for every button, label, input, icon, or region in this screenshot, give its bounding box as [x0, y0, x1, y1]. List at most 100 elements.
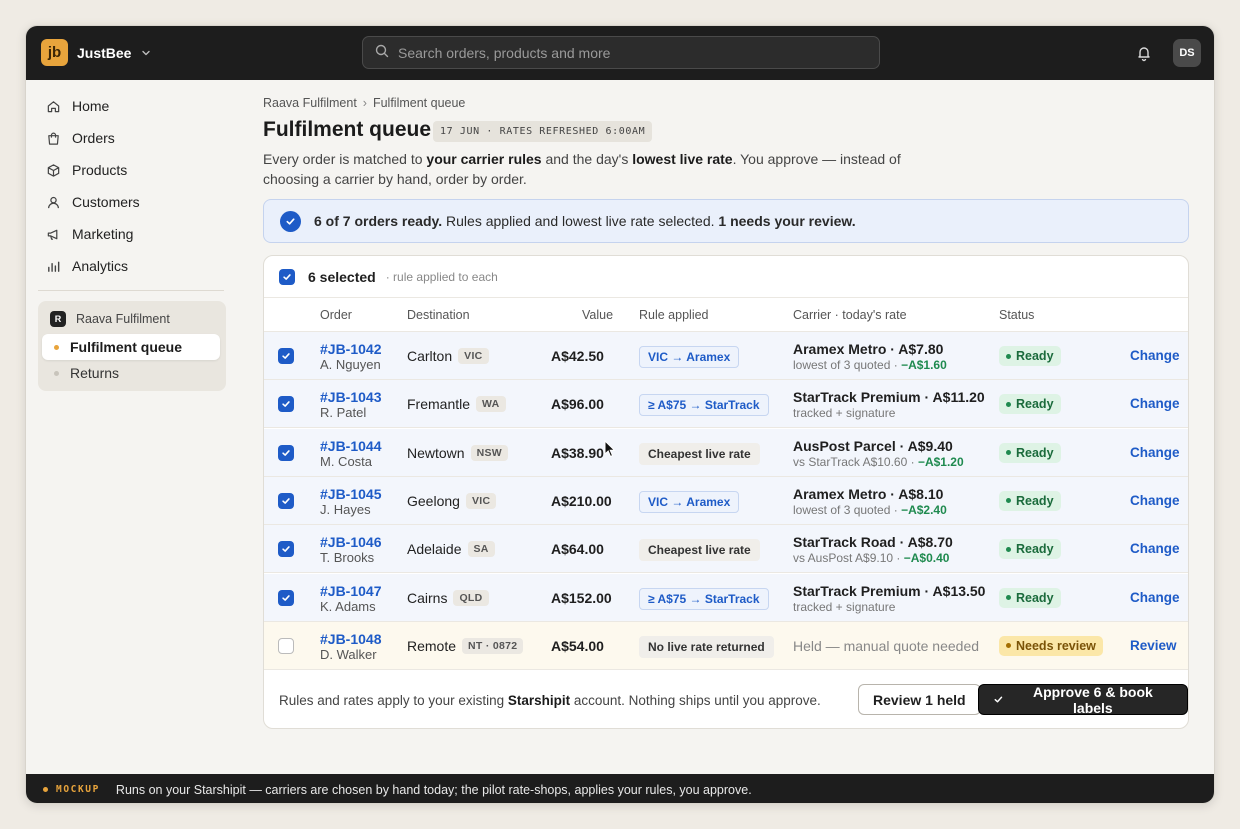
- selected-count: 6 selected: [308, 268, 376, 285]
- destination-cell: Carlton VIC: [407, 348, 489, 364]
- breadcrumb: Raava Fulfilment › Fulfilment queue: [263, 96, 465, 110]
- destination-city: Adelaide: [407, 541, 462, 558]
- brand-name: JustBee: [77, 44, 132, 61]
- destination-city: Remote: [407, 637, 457, 654]
- rule-chip: VIC → Aramex: [639, 346, 740, 368]
- row-checkbox[interactable]: [278, 492, 294, 509]
- sidebar-item-label: Fulfilment queue: [70, 339, 182, 355]
- order-id-link[interactable]: #JB-1044: [320, 438, 382, 454]
- table-header: Order Destination Value Rule applied Car…: [264, 298, 1188, 332]
- destination-city: Newtown: [407, 444, 465, 461]
- carrier-rate: StarTrack Premium · A$11.20 tracked + sig…: [793, 389, 985, 421]
- row-checkbox[interactable]: [278, 444, 294, 461]
- sidebar-item-customers[interactable]: Customers: [46, 190, 140, 214]
- change-link[interactable]: Change: [1130, 493, 1180, 508]
- sidebar-item-products[interactable]: Products: [46, 158, 127, 182]
- breadcrumb-link[interactable]: Raava Fulfilment: [263, 96, 357, 110]
- table-row[interactable]: #JB-1046 T. Brooks Adelaide SA A$64.00 Cheape…: [264, 525, 1188, 574]
- table-row[interactable]: #JB-1044 M. Costa Newtown NSW A$38.90 Cheapes…: [264, 428, 1188, 477]
- row-checkbox[interactable]: [278, 396, 294, 413]
- sidebar-item-label: Returns: [70, 365, 120, 381]
- selected-note: · rule applied to each: [385, 269, 498, 284]
- state-badge: WA: [476, 396, 506, 413]
- bell-icon[interactable]: [1135, 44, 1153, 62]
- user-avatar[interactable]: DS: [1173, 39, 1201, 67]
- search-input[interactable]: [398, 44, 858, 61]
- sidebar-item-home[interactable]: Home: [46, 94, 109, 118]
- state-badge: NT · 0872: [462, 637, 524, 654]
- workspace-name: Raava Fulfilment: [76, 312, 170, 326]
- carrier-subtext: vs AusPost A$9.10 · −A$0.40: [793, 551, 950, 566]
- change-link[interactable]: Change: [1130, 348, 1180, 363]
- sidebar-item-orders[interactable]: Orders: [46, 126, 115, 150]
- status-badge: Ready: [999, 394, 1061, 415]
- workspace-switcher[interactable]: jb JustBee: [41, 39, 152, 66]
- col-status: Status: [999, 308, 1035, 322]
- order-value: A$42.50: [551, 348, 604, 364]
- search-bar[interactable]: [362, 36, 880, 69]
- approve-book-labels-button[interactable]: Approve 6 & book labels: [978, 684, 1188, 716]
- order-id-link[interactable]: #JB-1047: [320, 583, 382, 599]
- sidebar-item-label: Marketing: [72, 226, 134, 242]
- sidebar-item-marketing[interactable]: Marketing: [46, 222, 133, 246]
- col-rule: Rule applied: [639, 308, 709, 322]
- destination-cell: Adelaide SA: [407, 541, 495, 558]
- status-badge: Needs review: [999, 635, 1103, 656]
- carrier-rate: AusPost Parcel · A$9.40 vs StarTrack A$10…: [793, 438, 964, 470]
- order-id-link[interactable]: #JB-1045: [320, 486, 382, 502]
- table-row[interactable]: #JB-1045 J. Hayes Geelong VIC A$210.00 VIC → …: [264, 476, 1188, 525]
- table-row[interactable]: #JB-1048 D. Walker Remote NT · 0872 A$54.00 N…: [264, 621, 1188, 670]
- mouse-cursor-icon: [604, 440, 616, 458]
- mockup-tag: MOCKUP: [56, 784, 100, 795]
- order-value: A$152.00: [551, 589, 612, 606]
- rates-refreshed-chip: 17 JUN · RATES REFRESHED 6:00AM: [433, 121, 653, 142]
- sidebar-item-label: Analytics: [72, 258, 129, 274]
- customer-name: K. Adams: [320, 598, 376, 614]
- mockup-footer-bar: MOCKUP Runs on your Starshipit — carrier…: [26, 774, 1214, 803]
- row-checkbox[interactable]: [278, 348, 294, 364]
- sidebar-item-returns[interactable]: Returns: [42, 360, 220, 386]
- order-id-link[interactable]: #JB-1046: [320, 534, 382, 550]
- customer-name: J. Hayes: [320, 501, 371, 517]
- order-cell: #JB-1045 J. Hayes: [320, 486, 382, 518]
- carrier-name-rate: StarTrack Premium · A$13.50: [793, 582, 986, 599]
- order-cell: #JB-1047 K. Adams: [320, 583, 382, 615]
- brand-logo: jb: [41, 39, 68, 66]
- carrier-name-rate: Aramex Metro · A$8.10: [793, 485, 944, 502]
- change-link[interactable]: Change: [1130, 541, 1180, 556]
- change-link[interactable]: Change: [1130, 396, 1180, 411]
- saving-amount: −A$1.20: [917, 454, 964, 469]
- destination-city: Carlton: [407, 348, 453, 364]
- row-checkbox[interactable]: [278, 637, 294, 654]
- table-row[interactable]: #JB-1047 K. Adams Cairns QLD A$152.00 ≥ A$75 …: [264, 573, 1188, 622]
- sidebar: Home Orders Products Customers Marketing…: [26, 80, 238, 774]
- order-id-link[interactable]: #JB-1048: [320, 631, 382, 647]
- order-id-link[interactable]: #JB-1043: [320, 389, 382, 405]
- destination-city: Fremantle: [407, 396, 471, 413]
- rule-chip: No live rate returned: [639, 635, 774, 658]
- app-window: jb JustBee DS Home Orders Products: [25, 25, 1215, 804]
- review-link[interactable]: Review: [1130, 638, 1177, 653]
- home-icon: [47, 100, 60, 112]
- sidebar-item-fulfilment-queue[interactable]: Fulfilment queue: [42, 334, 220, 360]
- table-row[interactable]: #JB-1043 R. Patel Fremantle WA A$96.00 ≥ A$75…: [264, 380, 1188, 429]
- customer-name: D. Walker: [320, 646, 377, 662]
- review-held-button[interactable]: Review 1 held: [858, 684, 981, 715]
- sidebar-item-analytics[interactable]: Analytics: [46, 254, 128, 278]
- row-checkbox[interactable]: [278, 589, 294, 606]
- destination-city: Cairns: [407, 589, 448, 606]
- destination-cell: Fremantle WA: [407, 396, 506, 413]
- order-id-link[interactable]: #JB-1042: [320, 341, 382, 357]
- order-cell: #JB-1046 T. Brooks: [320, 534, 382, 566]
- carrier-subtext: tracked + signature: [793, 599, 896, 614]
- table-footer: Rules and rates apply to your existing S…: [264, 670, 1188, 728]
- selection-bar: 6 selected · rule applied to each: [264, 256, 1188, 298]
- saving-amount: −A$2.40: [901, 502, 947, 517]
- change-link[interactable]: Change: [1130, 445, 1180, 460]
- table-row[interactable]: #JB-1042 A. Nguyen Carlton VIC A$42.50 VIC → …: [264, 332, 1188, 380]
- change-link[interactable]: Change: [1130, 590, 1180, 605]
- select-all-checkbox[interactable]: [279, 268, 295, 285]
- status-badge: Ready: [999, 539, 1061, 560]
- row-checkbox[interactable]: [278, 541, 294, 558]
- customer-name: M. Costa: [320, 453, 373, 469]
